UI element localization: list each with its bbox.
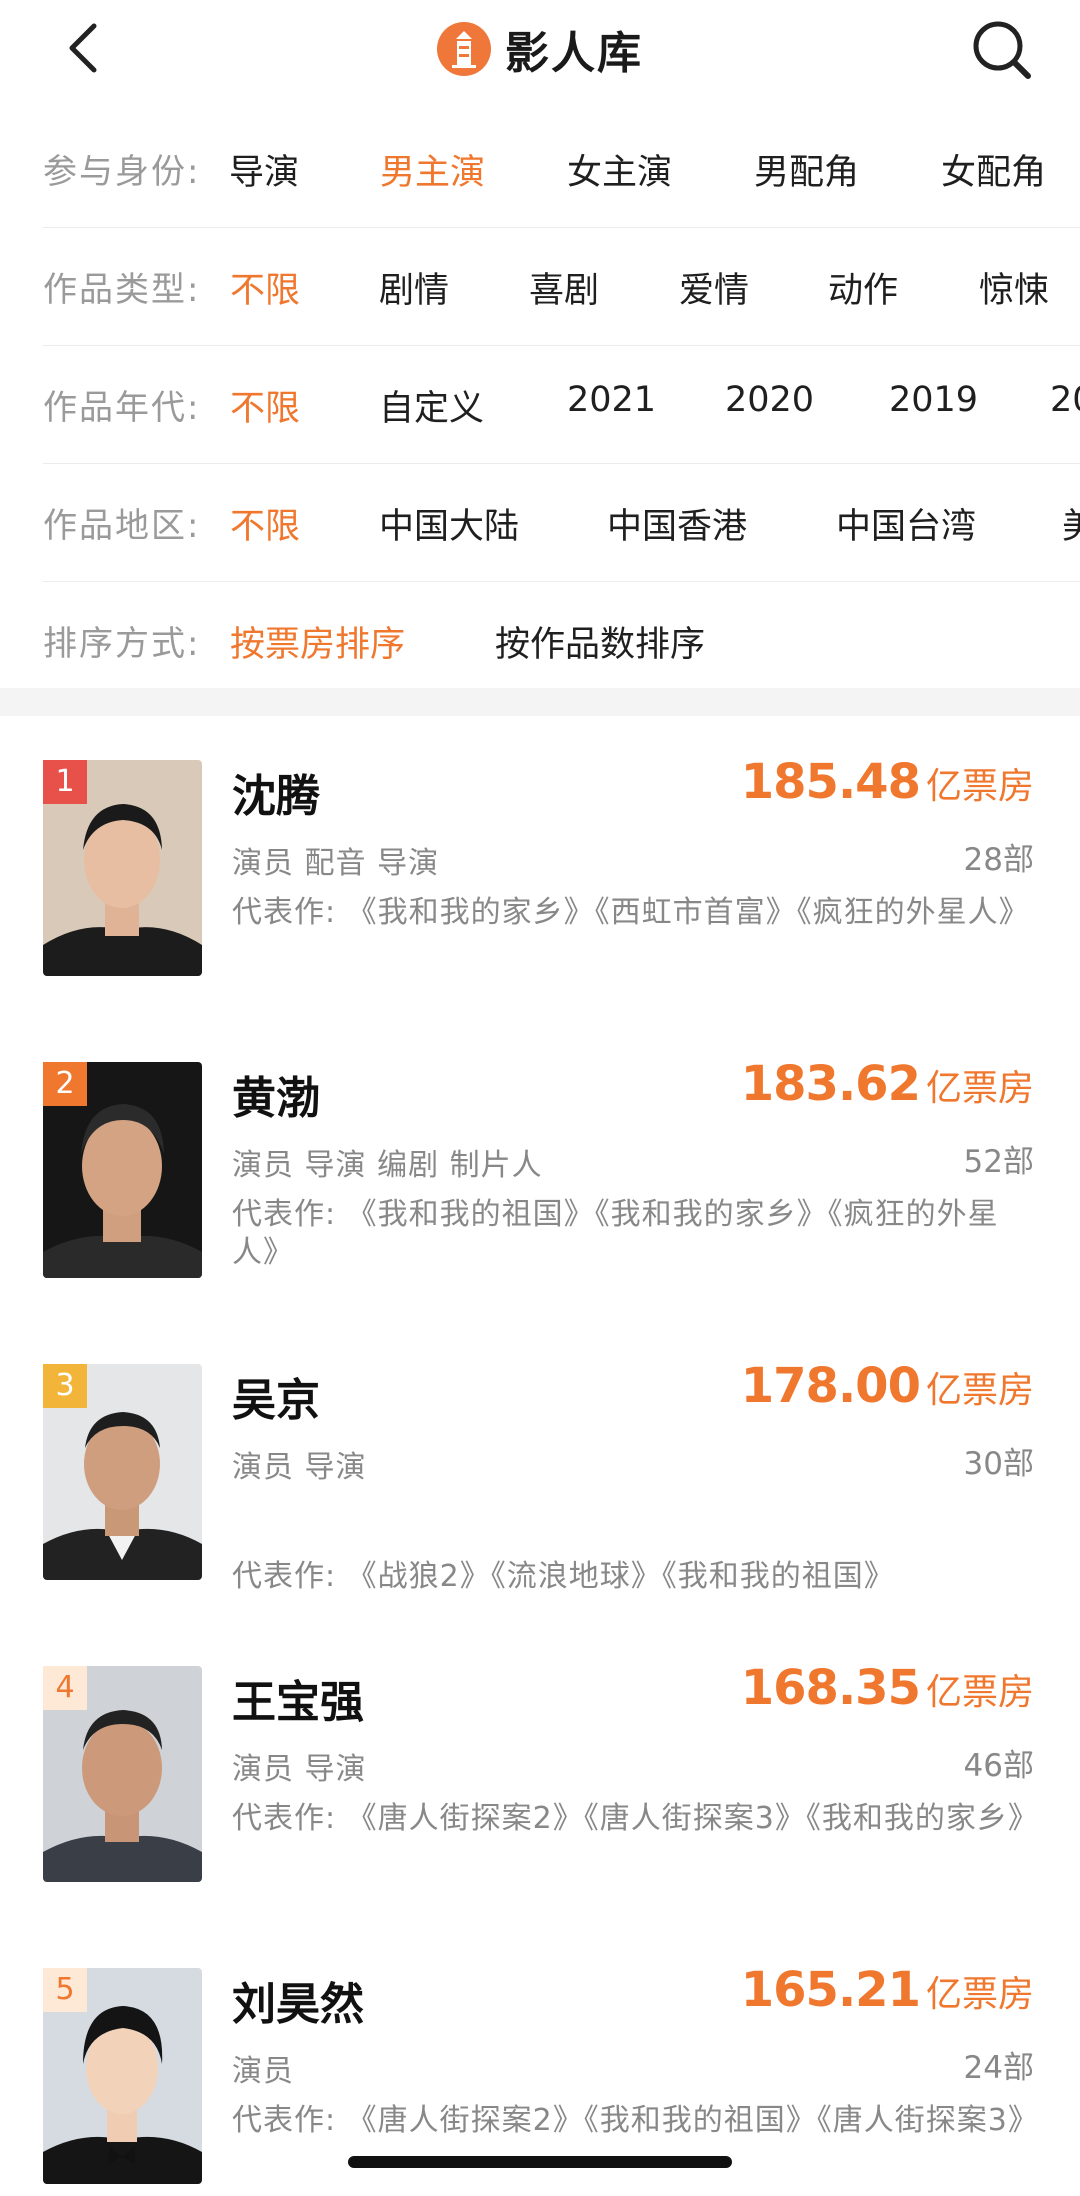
box-office-value: 178.00	[740, 1358, 921, 1414]
rank-badge: 5	[43, 1968, 87, 2012]
page-title: 影人库	[505, 28, 643, 79]
filter-row-genre: 作品类型: 不限 剧情 喜剧 爱情 动作 惊悚	[43, 228, 1080, 346]
filter-option[interactable]: 2018	[1050, 380, 1080, 420]
search-icon	[973, 21, 1031, 79]
box-office-value: 185.48	[740, 754, 921, 810]
filter-option[interactable]: 女配角	[941, 144, 1046, 195]
filter-option-selected[interactable]: 不限	[230, 380, 300, 431]
lighthouse-logo-icon	[437, 22, 491, 76]
sort-option[interactable]: 按作品数排序	[495, 616, 705, 667]
filter-option[interactable]: 男配角	[754, 144, 859, 195]
person-row[interactable]: 4 王宝强 168.35 亿票房 演员 导演 46部 代表作: 《唐人街探案2》…	[0, 1622, 1080, 1924]
person-row[interactable]: 2 黄渤 183.62 亿票房 演员 导演 编剧 制片人 52部 代表作: 《我…	[0, 1018, 1080, 1320]
rank-badge: 1	[43, 760, 87, 804]
filter-option[interactable]: 中国台湾	[836, 498, 976, 549]
filter-row-year: 作品年代: 不限 自定义 2021 2020 2019 2018	[43, 346, 1080, 464]
section-divider	[0, 688, 1080, 716]
filter-option[interactable]: 爱情	[679, 262, 749, 313]
home-indicator[interactable]	[348, 2156, 732, 2168]
person-row[interactable]: 3 吴京 178.00 亿票房 演员 导演 30部 代表作: 《战狼2》《流浪地…	[0, 1320, 1080, 1622]
search-button[interactable]	[968, 16, 1034, 82]
sort-option-selected[interactable]: 按票房排序	[230, 616, 405, 667]
filter-row-sort: 排序方式: 按票房排序 按作品数排序	[43, 582, 1080, 699]
representative-works: 代表作: 《唐人街探案2》《我和我的祖国》《唐人街探案3》	[232, 2103, 1039, 2138]
top-nav-bar: 影人库	[0, 0, 1080, 100]
filter-option[interactable]: 2020	[725, 380, 814, 420]
representative-works: 代表作: 《我和我的家乡》《西虹市首富》《疯狂的外星人》	[232, 895, 1030, 930]
works-count: 24部	[963, 2050, 1034, 2086]
page: 影人库 参与身份: 导演 男主演 女主演 男配角 女配角 作品类型: 不限 剧情…	[0, 0, 1080, 2196]
representative-works: 代表作: 《我和我的祖国》《我和我的家乡》《疯狂的外星人》	[232, 1197, 999, 1270]
box-office-value: 165.21	[740, 1962, 921, 2018]
box-office: 185.48 亿票房	[741, 754, 1034, 810]
box-office-unit: 亿票房	[925, 1672, 1034, 1713]
filter-option-selected[interactable]: 不限	[230, 262, 300, 313]
filter-option-selected[interactable]: 男主演	[380, 144, 485, 195]
filter-option[interactable]: 动作	[828, 262, 898, 313]
person-name: 黄渤	[232, 1073, 320, 1124]
representative-works: 代表作: 《战狼2》《流浪地球》《我和我的祖国》	[232, 1559, 895, 1594]
filter-label: 排序方式:	[43, 624, 201, 664]
filter-option[interactable]: 自定义	[379, 380, 484, 431]
filter-option[interactable]: 美国	[1062, 498, 1080, 549]
works-count: 52部	[963, 1144, 1034, 1180]
filter-row-region: 作品地区: 不限 中国大陆 中国香港 中国台湾 美国	[43, 464, 1080, 582]
person-roles: 演员	[232, 2054, 294, 2089]
person-roles: 演员 导演	[232, 1450, 367, 1485]
rank-badge: 3	[43, 1364, 87, 1408]
filter-option[interactable]: 2019	[889, 380, 978, 420]
box-office-value: 183.62	[740, 1056, 921, 1112]
person-name: 吴京	[232, 1375, 320, 1426]
filter-panel: 参与身份: 导演 男主演 女主演 男配角 女配角 作品类型: 不限 剧情 喜剧 …	[0, 110, 1080, 699]
box-office: 178.00 亿票房	[741, 1358, 1034, 1414]
representative-works: 代表作: 《唐人街探案2》《唐人街探案3》《我和我的家乡》	[232, 1801, 1039, 1836]
box-office-unit: 亿票房	[925, 1370, 1034, 1411]
person-row[interactable]: 1 沈腾 185.48 亿票房 演员 配音 导演 28部 代表作: 《我和我的家…	[0, 716, 1080, 1018]
person-name: 王宝强	[232, 1677, 364, 1728]
filter-option[interactable]: 中国大陆	[379, 498, 519, 549]
person-roles: 演员 导演	[232, 1752, 367, 1787]
box-office-unit: 亿票房	[925, 1068, 1034, 1109]
box-office: 183.62 亿票房	[741, 1056, 1034, 1112]
rank-badge: 2	[43, 1062, 87, 1106]
filter-option[interactable]: 剧情	[379, 262, 449, 313]
filter-label: 作品类型:	[43, 270, 201, 310]
title-group: 影人库	[0, 14, 1080, 84]
box-office-unit: 亿票房	[925, 766, 1034, 807]
filter-option[interactable]: 2021	[567, 380, 656, 420]
filter-option[interactable]: 喜剧	[529, 262, 599, 313]
filter-row-role: 参与身份: 导演 男主演 女主演 男配角 女配角	[43, 110, 1080, 228]
person-roles: 演员 导演 编剧 制片人	[232, 1148, 543, 1183]
filter-option[interactable]: 中国香港	[607, 498, 747, 549]
filter-option[interactable]: 惊悚	[979, 262, 1049, 313]
works-count: 46部	[963, 1748, 1034, 1784]
works-count: 30部	[963, 1446, 1034, 1482]
box-office: 165.21 亿票房	[741, 1962, 1034, 2018]
box-office-unit: 亿票房	[925, 1974, 1034, 2015]
person-name: 沈腾	[232, 771, 320, 822]
person-roles: 演员 配音 导演	[232, 846, 440, 881]
filter-label: 作品地区:	[43, 506, 201, 546]
works-count: 28部	[963, 842, 1034, 878]
filter-option-selected[interactable]: 不限	[230, 498, 300, 549]
filter-label: 作品年代:	[43, 388, 201, 428]
box-office: 168.35 亿票房	[741, 1660, 1034, 1716]
filter-label: 参与身份:	[43, 152, 201, 192]
person-name: 刘昊然	[232, 1979, 364, 2030]
filter-option[interactable]: 导演	[229, 144, 299, 195]
filter-option[interactable]: 女主演	[567, 144, 672, 195]
box-office-value: 168.35	[740, 1660, 921, 1716]
rank-badge: 4	[43, 1666, 87, 1710]
